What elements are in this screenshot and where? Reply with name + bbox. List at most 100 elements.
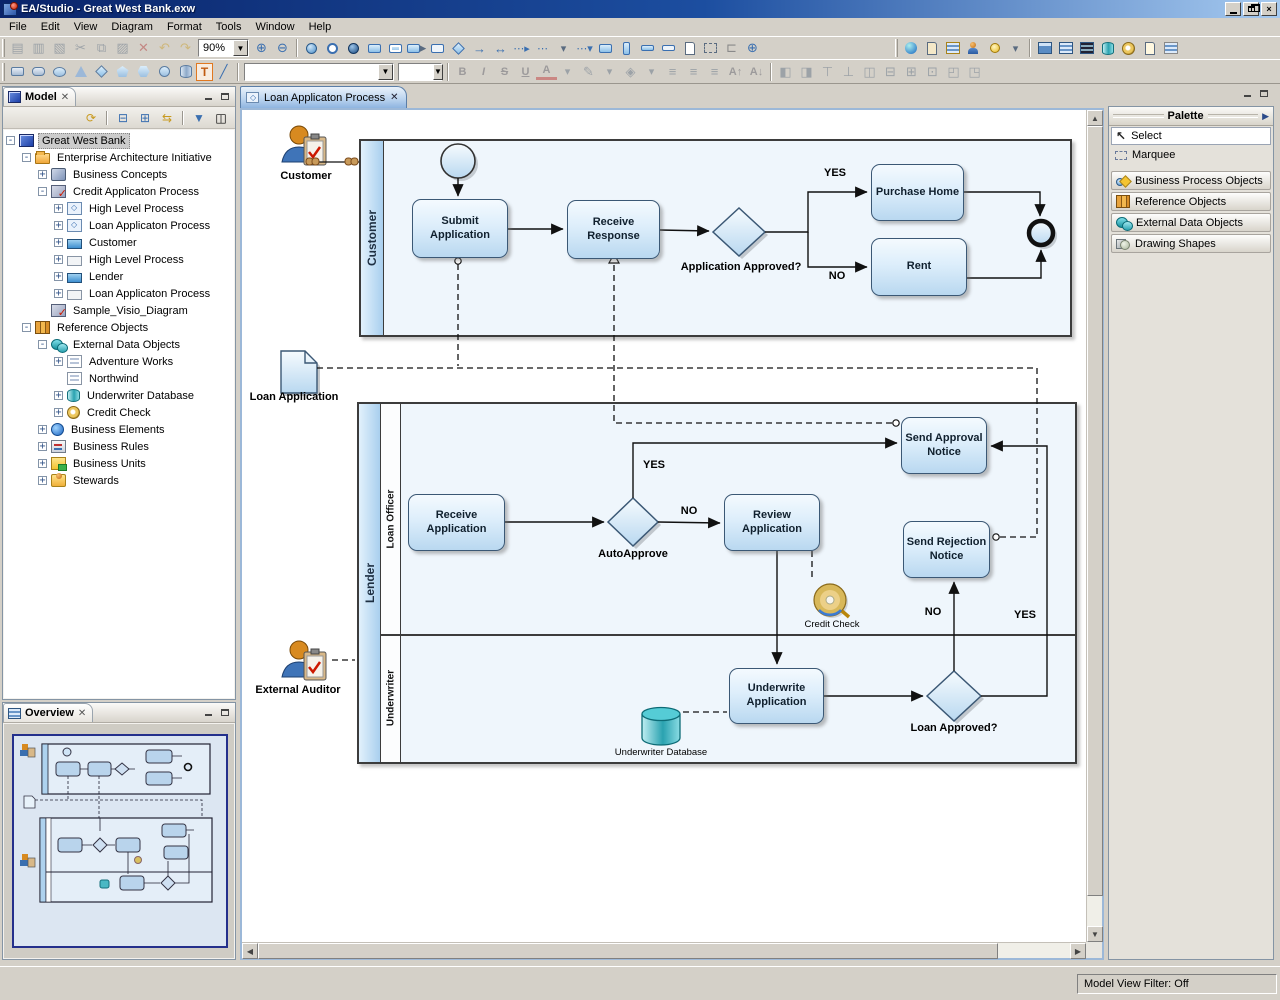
align-top-edges-icon[interactable]: ⊤ [817,62,838,82]
notes-icon[interactable] [921,38,942,58]
task-rent[interactable]: Rent [871,238,967,296]
send-to-back-icon[interactable]: ◳ [964,62,985,82]
link-with-editor-icon[interactable]: ⇆ [157,109,177,127]
font-size-combo[interactable]: ▼ [398,63,442,81]
font-color-icon[interactable]: A [536,64,557,80]
tree-item-high-level-process-2[interactable]: +High Level Process [4,251,234,268]
tree-item-underwriter-database[interactable]: +Underwriter Database [4,387,234,404]
redo-icon[interactable]: ↷ [175,38,196,58]
tree-item-stewards[interactable]: +Stewards [4,472,234,489]
annotation-tool[interactable]: ⊏ [721,38,742,58]
database-icon[interactable] [1097,38,1118,58]
pool-view-icon[interactable] [1034,38,1055,58]
menu-tools[interactable]: Tools [209,19,249,35]
filter-icon[interactable]: ▼ [189,109,209,127]
pentagon-tool[interactable] [112,62,133,82]
tree-item-loan-application-process-2[interactable]: +Loan Applicaton Process [4,285,234,302]
default-flow-tool[interactable]: ⋯▸ [511,38,532,58]
scroll-left-icon[interactable]: ◀ [242,943,258,959]
approval-icon[interactable] [963,38,984,58]
collapse-all-icon[interactable]: ⊟ [113,109,133,127]
tree-expander[interactable]: - [38,187,47,196]
tree-item-customer[interactable]: +Customer [4,234,234,251]
delete-icon[interactable]: ✕ [133,38,154,58]
task-receive-response[interactable]: Receive Response [567,200,660,259]
palette-arrow-icon[interactable]: ▶ [1262,111,1269,122]
horizontal-pool-tool[interactable] [637,38,658,58]
pool-tool[interactable] [595,38,616,58]
palette-header[interactable]: Palette ▶ [1109,107,1273,126]
model-panel-minimize-icon[interactable] [202,91,215,102]
model-panel-maximize-icon[interactable] [218,91,231,102]
hexagon-tool[interactable] [133,62,154,82]
distribute-vertical-icon[interactable]: ⊟ [880,62,901,82]
pool-customer-label-bar[interactable]: Customer [361,141,384,335]
zoom-out-icon[interactable]: ⊖ [272,38,293,58]
tree-expander[interactable]: + [54,255,63,264]
palette-group-external-data-objects[interactable]: External Data Objects [1111,213,1271,232]
tree-expander[interactable]: - [22,153,31,162]
vertical-scrollbar[interactable]: ▲ ▼ [1086,110,1102,942]
palette-tool-select[interactable]: ↖ Select [1111,127,1271,145]
italic-icon[interactable]: I [473,62,494,82]
tree-item-loan-application-process[interactable]: +Loan Applicaton Process [4,217,234,234]
line-tool[interactable]: ╱ [213,62,234,82]
tree-expander[interactable]: + [38,425,47,434]
zoom-in-icon[interactable]: ⊕ [251,38,272,58]
menu-format[interactable]: Format [160,19,209,35]
link-event-tool[interactable]: ⊕ [742,38,763,58]
tree-item-sample-visio-diagram[interactable]: Sample_Visio_Diagram [4,302,234,319]
tree-item-external-data-objects[interactable]: -External Data Objects [4,336,234,353]
start-event-tool[interactable] [301,38,322,58]
palette-group-drawing-shapes[interactable]: Drawing Shapes [1111,234,1271,253]
task-receive-application[interactable]: Receive Application [408,494,505,551]
data-object-tool[interactable] [679,38,700,58]
tree-item-lender[interactable]: +Lender [4,268,234,285]
tree-expander[interactable]: + [54,204,63,213]
menu-edit[interactable]: Edit [34,19,67,35]
tree-item-great-west-bank[interactable]: -Great West Bank [4,132,234,149]
menu-help[interactable]: Help [302,19,339,35]
print-icon[interactable]: ▥ [28,38,49,58]
tree-expander[interactable]: - [22,323,31,332]
task-send-approval-notice[interactable]: Send Approval Notice [901,417,987,474]
task-underwrite-application[interactable]: Underwrite Application [729,668,824,724]
rectangle-tool[interactable] [7,62,28,82]
bold-icon[interactable]: B [452,62,473,82]
gateway-tool[interactable] [448,38,469,58]
tree-item-high-level-process[interactable]: +High Level Process [4,200,234,217]
expand-all-icon[interactable]: ⊞ [135,109,155,127]
palette-maximize-icon[interactable] [1257,88,1270,99]
tree-item-business-elements[interactable]: +Business Elements [4,421,234,438]
overview-thumbnail[interactable] [12,734,228,948]
ellipse-tool[interactable] [49,62,70,82]
horizontal-scroll-thumb[interactable] [258,943,998,959]
grid-view-icon[interactable] [1055,38,1076,58]
align-text-right-icon[interactable]: ≡ [704,62,725,82]
task-submit-application[interactable]: Submit Application [412,199,508,258]
tree-expander[interactable]: + [38,442,47,451]
diagram-canvas[interactable]: Customer Lender Loan Officer Underwriter [242,110,1086,942]
org-chart-icon[interactable] [942,38,963,58]
underline-icon[interactable]: U [515,62,536,82]
horizontal-scrollbar[interactable]: ◀ ▶ [242,942,1086,958]
tree-expander[interactable]: - [38,340,47,349]
tree-expander[interactable]: + [54,272,63,281]
tree-expander[interactable]: + [54,221,63,230]
export-icon[interactable]: ▧ [49,38,70,58]
suggest-dropdown-icon[interactable]: ▾ [1005,38,1026,58]
scroll-down-icon[interactable]: ▼ [1087,926,1103,942]
line-color-dropdown-icon[interactable]: ▾ [599,62,620,82]
editor-tab-close-icon[interactable]: ✕ [390,92,398,103]
customer-actor-icon[interactable] [282,126,326,165]
end-event-tool[interactable] [343,38,364,58]
credit-check-tool-icon[interactable] [1118,38,1139,58]
tree-expander[interactable]: + [54,391,63,400]
tree-expander[interactable]: + [54,408,63,417]
diamond-tool[interactable] [91,62,112,82]
tree-item-enterprise-architecture-initiative[interactable]: -Enterprise Architecture Initiative [4,149,234,166]
palette-tool-marquee[interactable]: Marquee [1111,146,1271,164]
restore-button[interactable] [1243,2,1259,16]
text-tool[interactable]: T [196,63,213,81]
suggest-icon[interactable] [984,38,1005,58]
